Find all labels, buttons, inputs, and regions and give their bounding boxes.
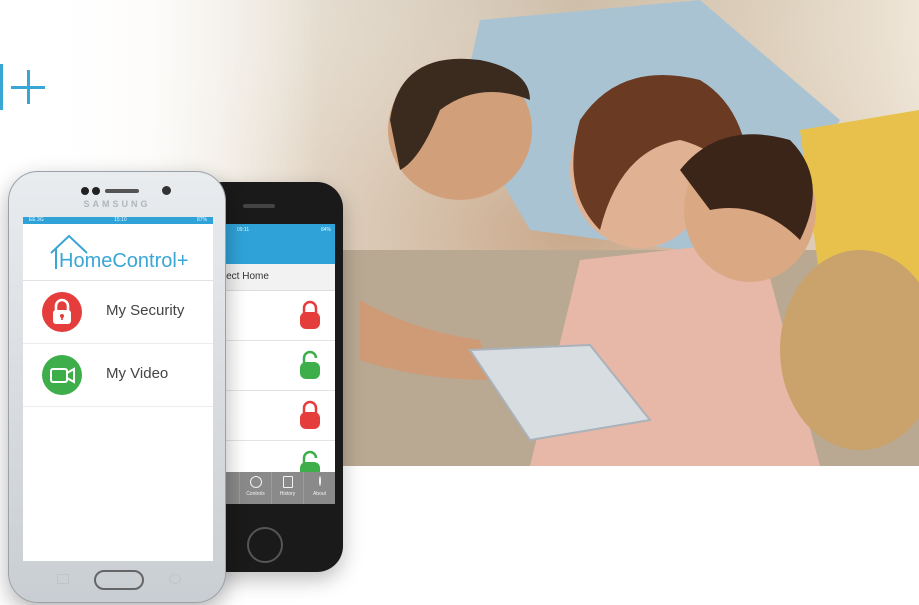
iphone-section-title: nnect Home [207,264,335,291]
padlock-locked-icon[interactable] [299,400,321,430]
samsung-speaker [105,189,139,193]
app-title: HomeControl+ [59,250,189,272]
power-icon [249,476,262,488]
iphone-nav-bar [207,236,335,264]
iphone-screen: 09:11 84% nnect Home e [207,224,335,504]
iphone-speaker [243,204,275,208]
samsung-logo: SAMSUNG [83,199,151,209]
samsung-camera [92,187,100,195]
menu-label: My Security [106,302,185,319]
menu-item-my-video[interactable]: My Video [23,344,213,407]
document-icon [282,476,293,488]
padlock-unlocked-icon[interactable] [299,350,321,380]
samsung-device: SAMSUNG EE 3G 15:10 87% HomeControl+ My … [8,171,226,603]
back-key[interactable] [169,574,181,584]
tab-label: Controls [246,491,265,497]
tab-about[interactable]: About [303,472,335,504]
iphone-row-3[interactable] [207,391,335,441]
samsung-status-bar: EE 3G 15:10 87% [23,217,213,224]
iphone-row-2[interactable]: e [207,341,335,391]
tab-history[interactable]: History [271,472,303,504]
status-time: 15:10 [114,217,127,223]
samsung-hardware-keys [9,564,225,600]
menu-item-my-security[interactable]: My Security [23,281,213,344]
tab-label: About [312,491,327,497]
padlock-locked-icon[interactable] [299,300,321,330]
status-carrier: EE 3G [29,217,44,223]
iphone-status-time: 09:11 [237,227,250,233]
plus-icon [11,70,45,104]
iphone-tab-bar: s Controls History About [207,472,335,504]
iphone-row-1[interactable] [207,291,335,341]
samsung-screen: EE 3G 15:10 87% HomeControl+ My Security [23,217,213,561]
padlock-icon [42,292,82,332]
samsung-sensor [162,186,171,195]
video-camera-icon [42,355,82,395]
brand-plus-mark [0,62,60,112]
iphone-home-button[interactable] [247,527,283,563]
recent-apps-key[interactable] [57,574,69,584]
tab-controls[interactable]: Controls [239,472,271,504]
app-header: HomeControl+ [23,224,213,281]
menu-label: My Video [106,365,169,382]
info-icon [318,476,321,486]
iphone-status-bar: 09:11 84% [207,224,335,236]
tab-label: History [279,491,296,497]
brand-bar [0,64,3,110]
samsung-home-button[interactable] [94,570,144,590]
status-battery: 87% [196,217,207,223]
samsung-camera [81,187,89,195]
iphone-status-battery: 84% [320,227,331,233]
